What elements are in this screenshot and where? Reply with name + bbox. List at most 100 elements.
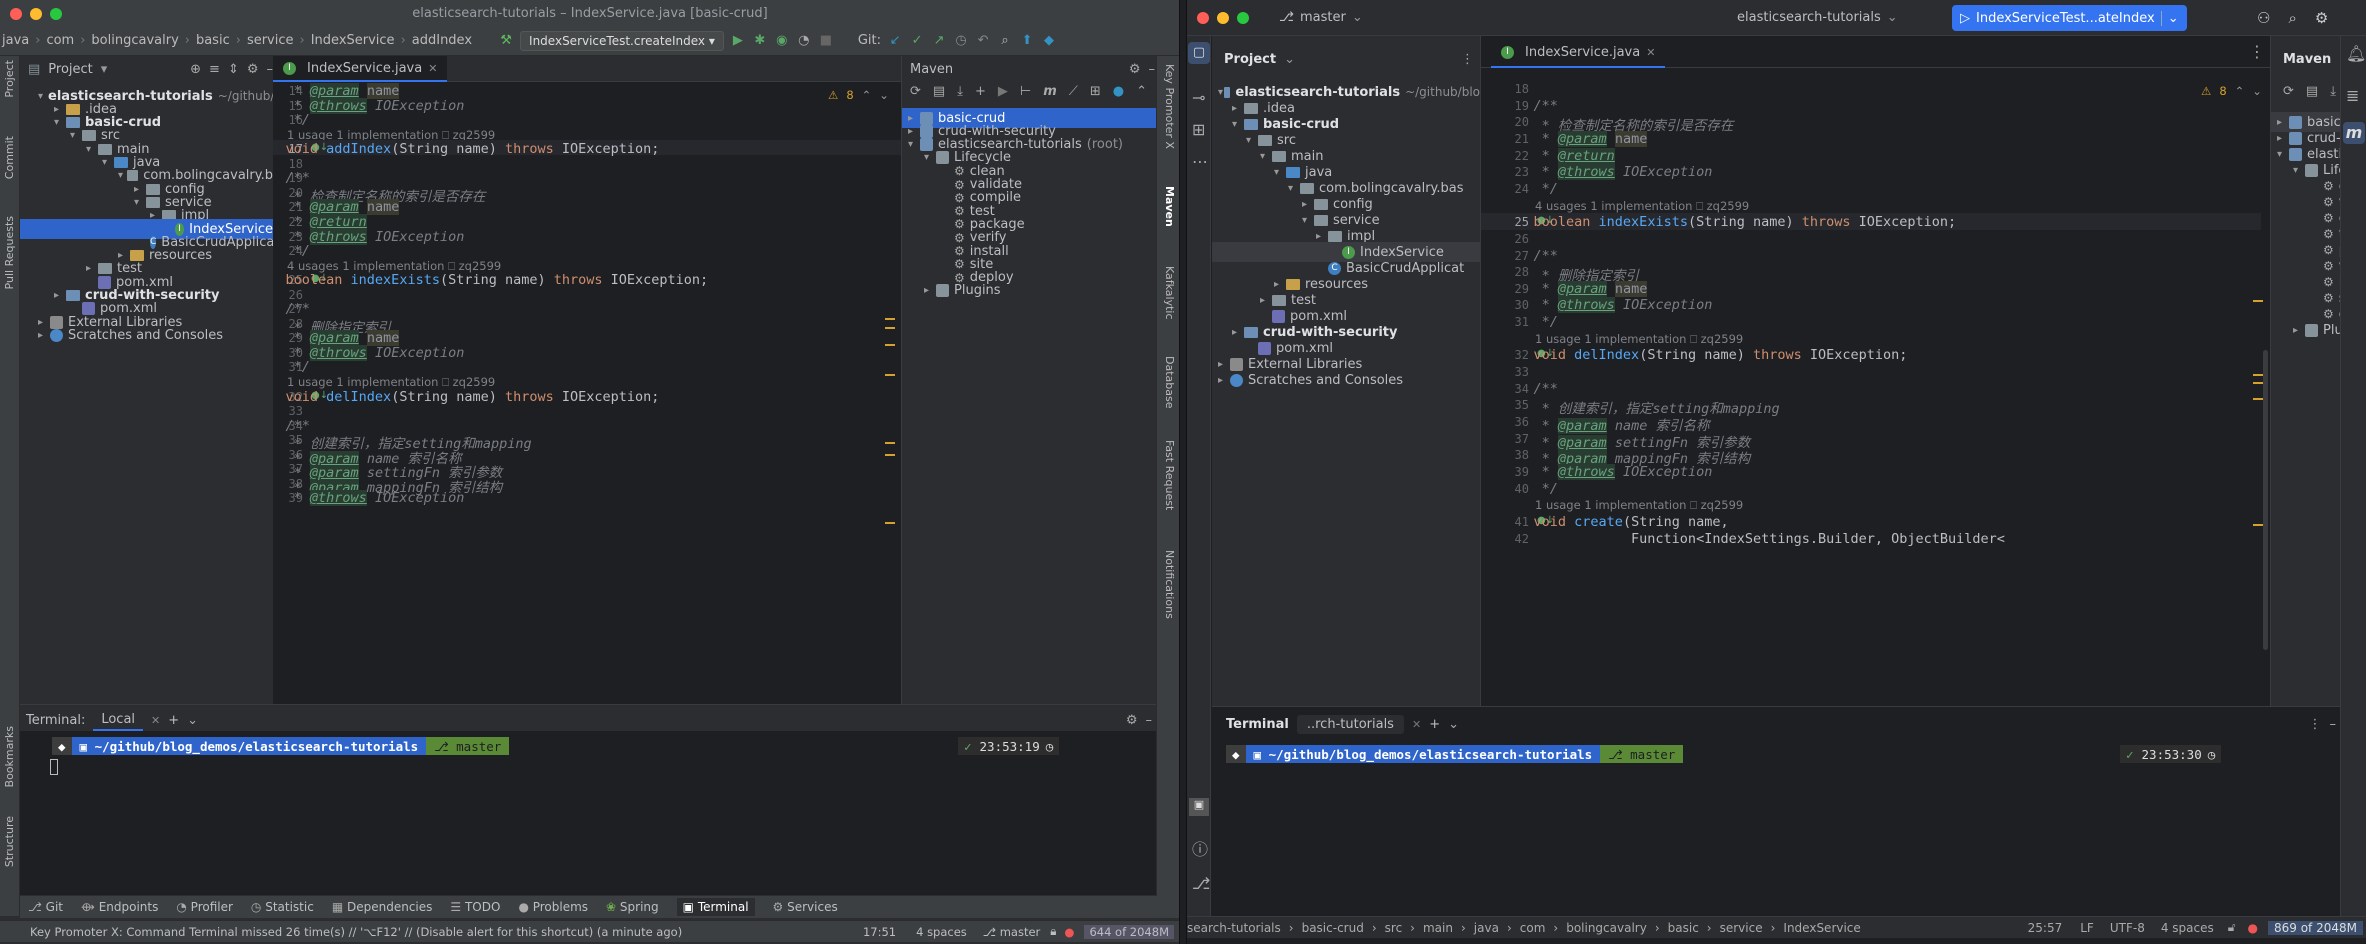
tool-spring[interactable]: ❀ Spring [606, 900, 659, 914]
breadcrumb-item[interactable]: com [46, 33, 74, 48]
maven-tool-icon[interactable]: m [2343, 122, 2365, 144]
tool-fast-request[interactable]: Fast Request [1163, 440, 1176, 510]
generate-sources-icon[interactable]: ▤ [933, 84, 945, 99]
chevron-right-icon[interactable]: ▸ [924, 285, 936, 296]
chevron-right-icon[interactable]: ▸ [1260, 295, 1272, 306]
new-tab-icon[interactable]: + [1429, 717, 1440, 732]
lock-icon[interactable]: 🔓︎ [2228, 920, 2236, 935]
indent-setting[interactable]: 4 spaces [916, 925, 967, 939]
chevron-down-icon[interactable]: ▾ [1288, 183, 1300, 194]
chevron-down-icon[interactable]: ▾ [1232, 119, 1244, 130]
commit-tool-icon[interactable]: ⊸ [1192, 88, 1205, 107]
chevron-right-icon[interactable]: ▸ [1232, 103, 1244, 114]
tool-pull-requests[interactable]: Pull Requests [3, 216, 16, 289]
settings-gear-icon[interactable]: ⚙ [1129, 62, 1141, 77]
breadcrumb-item[interactable]: basic-crud [1302, 921, 1364, 935]
reload-icon[interactable]: ⟳ [2283, 84, 2294, 99]
maven-info-icon[interactable]: ● [1113, 84, 1124, 99]
terminal-output[interactable]: ◆ ▣ ~/github/blog_demos/elasticsearch-tu… [1212, 739, 2340, 907]
settings-gear-icon[interactable]: ⚙ [247, 62, 259, 77]
tool-maven[interactable]: Maven [1163, 186, 1176, 227]
chevron-right-icon[interactable]: ▸ [1232, 327, 1244, 338]
breadcrumb-item[interactable]: bolingcavalry [91, 33, 178, 48]
problems-tool-icon[interactable]: ⓘ [1192, 836, 1208, 860]
minimize-window-button[interactable] [1217, 11, 1229, 24]
settings-gear-icon[interactable]: ⚙ [2315, 9, 2328, 27]
tree-item[interactable]: ▸ Scratches and Consoles [20, 325, 273, 345]
structure-tool-icon[interactable]: ⊞ [1192, 120, 1205, 139]
breadcrumb-item[interactable]: basic [196, 33, 230, 48]
locate-icon[interactable]: ⊕ [190, 62, 201, 77]
more-tools-icon[interactable]: ⋯ [1192, 152, 1208, 171]
caret-position[interactable]: 17:51 [863, 925, 896, 939]
chevron-right-icon[interactable]: ▸ [1218, 375, 1230, 386]
tool-bookmarks[interactable]: Bookmarks [3, 726, 16, 787]
project-panel-title[interactable]: Project [1224, 52, 1276, 67]
hide-icon[interactable]: – [2330, 717, 2337, 732]
tool-project[interactable]: Project [3, 60, 16, 98]
update-icon[interactable]: ⬆ [1019, 33, 1035, 49]
close-tab-icon[interactable]: ✕ [151, 714, 160, 727]
run-config-select[interactable]: IndexServiceTest.createIndex ▾ [520, 30, 724, 51]
chevron-right-icon[interactable]: ▸ [2277, 117, 2289, 128]
terminal-output[interactable]: ◆ ▣ ~/github/blog_demos/elasticsearch-tu… [20, 731, 1156, 895]
generate-sources-icon[interactable]: ▤ [2306, 84, 2318, 99]
git-branch-widget[interactable]: ⎇ master [983, 925, 1040, 939]
code-editor[interactable]: 14 * @param name 15 * @throws IOException… [273, 82, 901, 704]
chevron-down-icon[interactable]: ▾ [2277, 149, 2289, 160]
tool-profiler[interactable]: ◔ Profiler [176, 900, 233, 914]
lock-icon[interactable]: 🔒︎ [1050, 924, 1056, 939]
close-tab-icon[interactable]: ✕ [428, 62, 437, 75]
tool-dependencies[interactable]: ▦ Dependencies [332, 900, 433, 914]
settings-gear-icon[interactable]: ⚙ [1126, 713, 1138, 728]
tool-git[interactable]: ⎇ Git [28, 900, 63, 914]
options-icon[interactable]: ⋮ [1461, 52, 1474, 67]
skip-tests-icon[interactable]: ⟋ [1069, 84, 1078, 99]
tool-notifications[interactable]: Notifications [1163, 550, 1176, 619]
tree-item[interactable]: ▸ Scratches and Consoles [1212, 370, 1480, 390]
line-separator[interactable]: LF [2080, 921, 2094, 935]
chevron-right-icon[interactable]: ▸ [1316, 231, 1328, 242]
breadcrumb-item[interactable]: main [1423, 921, 1453, 935]
error-icon[interactable]: ● [2248, 921, 2258, 935]
breadcrumb-item[interactable]: java [2, 33, 29, 48]
project-tool-icon[interactable]: ▢ [1188, 42, 1210, 64]
breadcrumb-item[interactable]: bolingcavalry [1566, 921, 1647, 935]
chevron-down-icon[interactable]: ▾ [2293, 165, 2305, 176]
editor-scrollbar[interactable] [2253, 80, 2269, 706]
editor-scrollbar[interactable] [885, 82, 899, 704]
options-icon[interactable]: ⋮ [2249, 42, 2265, 61]
chevron-right-icon[interactable]: ▸ [1302, 199, 1314, 210]
status-message[interactable]: Key Promoter X: Command Terminal missed … [0, 925, 853, 939]
run-maven-icon[interactable]: ▶ [998, 84, 1008, 99]
run-icon[interactable]: ▶ [730, 33, 746, 49]
memory-indicator[interactable]: 644 of 2048M [1084, 924, 1174, 939]
project-panel-title[interactable]: Project [48, 62, 92, 77]
expand-all-icon[interactable]: ⇕ [228, 62, 239, 77]
push-icon[interactable]: ↗ [931, 33, 947, 49]
breadcrumb-item[interactable]: search-tutorials [1187, 921, 1281, 935]
caret-position[interactable]: 25:57 [2028, 921, 2063, 935]
terminal-tab-local[interactable]: Local [93, 710, 144, 731]
breadcrumb-item[interactable]: com [1520, 921, 1546, 935]
close-tab-icon[interactable]: ✕ [1412, 718, 1421, 731]
tool-kafkalytic[interactable]: Kafkalytic [1163, 266, 1176, 320]
notifications-icon[interactable]: 🔔︎ [2346, 44, 2366, 63]
tool-todo[interactable]: ☰ TODO [450, 900, 500, 914]
close-tab-icon[interactable]: ✕ [1646, 46, 1655, 59]
rollback-icon[interactable]: ↶ [975, 33, 991, 49]
download-icon[interactable]: ⤓ [957, 84, 963, 99]
chevron-down-icon[interactable]: ⌄ [1448, 717, 1459, 732]
chevron-right-icon[interactable]: ▸ [2277, 133, 2289, 144]
add-user-icon[interactable]: ⚇ [2257, 9, 2270, 27]
zoom-window-button[interactable] [50, 8, 62, 20]
breadcrumb-item[interactable]: basic [1668, 921, 1699, 935]
code-vision-hint[interactable]: 1 usage 1 implementation ⎕ zq2599 [1535, 498, 1743, 513]
editor-tab[interactable]: I IndexService.java ✕ [1491, 38, 1666, 68]
chevron-down-icon[interactable]: ▾ [1260, 151, 1272, 162]
tool-endpoints[interactable]: ⟴ Endpoints [81, 900, 158, 914]
tool-database[interactable]: Database [1163, 356, 1176, 409]
commit-icon[interactable]: ✓ [909, 33, 925, 49]
close-window-button[interactable] [10, 8, 22, 20]
terminal-tab[interactable]: ..rch-tutorials [1296, 714, 1404, 734]
